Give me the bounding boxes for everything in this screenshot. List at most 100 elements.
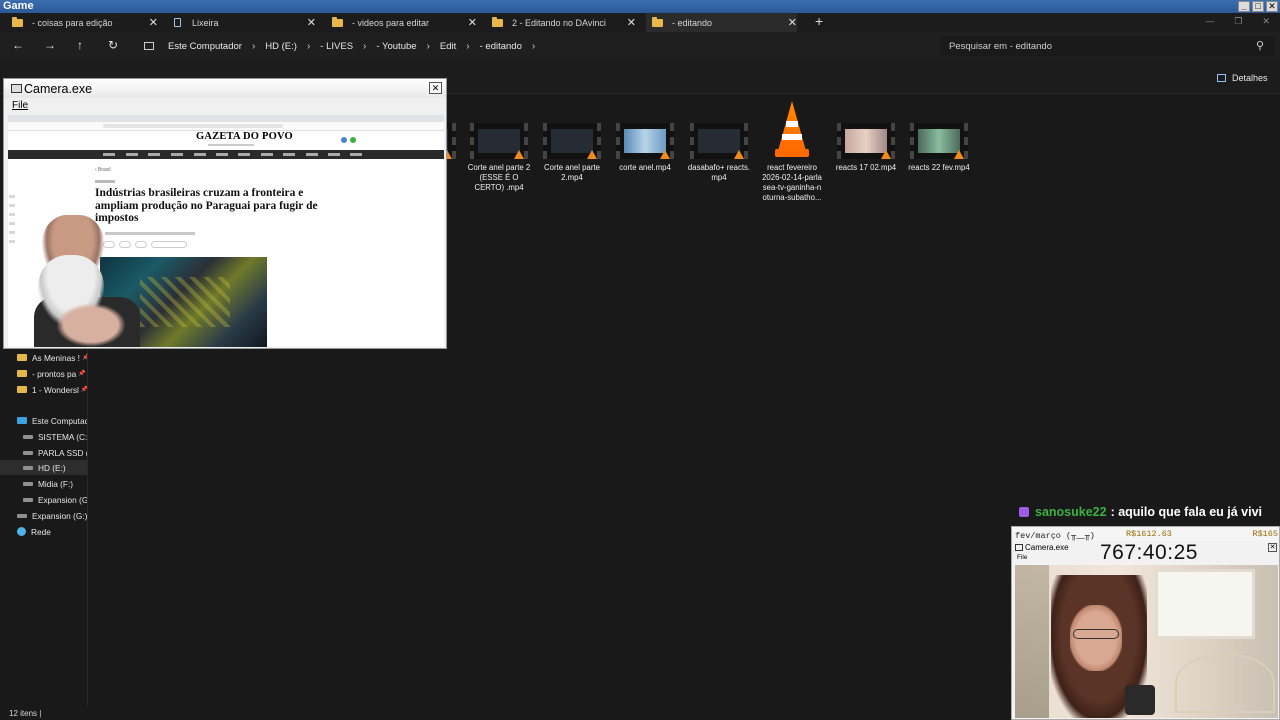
folder-icon [652, 16, 663, 27]
camera2-title: Camera.exe [1025, 543, 1069, 552]
close-tab-icon[interactable]: ✕ [788, 16, 797, 29]
tab-label: - videos para editar [352, 17, 430, 28]
file-item[interactable]: reacts 22 fev.mp4 [904, 123, 974, 173]
camera-app-icon [11, 84, 22, 93]
restore-icon[interactable]: ❐ [1234, 16, 1242, 27]
news-nav-bar [8, 150, 444, 159]
forward-arrow-icon[interactable]: → [44, 38, 56, 52]
file-name: dasabafo+ reacts. mp4 [687, 163, 751, 182]
close-icon[interactable]: ✕ [1262, 16, 1270, 27]
camera2-close-button[interactable]: ✕ [1268, 543, 1277, 552]
sidebar-item-label: Este Computad [32, 415, 87, 426]
recycle-bin-icon [174, 18, 181, 27]
browser-tab-strip [8, 115, 444, 122]
camera-window-2[interactable]: fev/março (╥﹏╥) R$1612.63 R$165 Camera.e… [1011, 526, 1280, 720]
close-tab-icon[interactable]: ✕ [307, 16, 316, 29]
breadcrumb-item[interactable]: - LIVES [320, 41, 353, 52]
file-item[interactable]: dasabafo+ reacts. mp4 [684, 123, 754, 183]
drive-icon [23, 465, 33, 470]
details-button[interactable]: Detalhes [1217, 73, 1268, 83]
minimize-button[interactable]: _ [1238, 1, 1250, 12]
file-menu[interactable]: File [1017, 554, 1027, 561]
address-bar[interactable]: Este Computador › HD (E:) › - LIVES › - You… [140, 36, 935, 56]
video-thumbnail [470, 123, 528, 159]
navigation-bar: ← → ↑ ↻ Este Computador › HD (E:) › - LIVE… [0, 32, 1280, 60]
tab-lixeira[interactable]: Lixeira ✕ [174, 13, 316, 32]
chevron-right-icon: › [531, 40, 536, 52]
close-tab-icon[interactable]: ✕ [627, 16, 636, 29]
chevron-right-icon: › [466, 40, 470, 52]
pin-icon: 📌 [81, 355, 87, 361]
folder-icon [17, 354, 27, 361]
breadcrumb-item[interactable]: - editando [480, 41, 522, 52]
sidebar-item-label: Rede [31, 526, 51, 537]
close-button[interactable]: ✕ [1266, 1, 1278, 12]
maximize-button[interactable]: □ [1252, 1, 1264, 12]
search-input[interactable]: Pesquisar em - editando ⚲ [940, 36, 1275, 56]
sidebar-item-expansion[interactable]: Expansion (G:) [0, 492, 87, 507]
details-pane-icon [1217, 74, 1226, 82]
chevron-right-icon: › [426, 40, 430, 52]
file-item[interactable]: Corte anel parte 2 (ESSE É O CERTO) .mp4 [464, 123, 534, 193]
drive-icon [23, 481, 33, 486]
file-name: react fevereiro 2026-02-14-parla sea-tv-… [762, 163, 822, 202]
close-tab-icon[interactable]: ✕ [149, 16, 158, 29]
file-item[interactable]: corte anel.mp4 [610, 123, 680, 173]
breadcrumb-item[interactable]: - Youtube [376, 41, 416, 52]
item-count: 12 itens [9, 709, 38, 718]
video-thumbnail [837, 123, 895, 159]
sidebar-item-parla-ssd[interactable]: PARLA SSD (D [0, 445, 87, 460]
camera-title: Camera.exe [24, 81, 93, 96]
sidebar-item-hd-e[interactable]: HD (E:) [0, 460, 87, 475]
tab-label: Lixeira [192, 17, 219, 28]
camera2-feed [1015, 565, 1278, 718]
sidebar-item-rede[interactable]: Rede [0, 524, 87, 539]
breadcrumb-item[interactable]: HD (E:) [265, 41, 297, 52]
sidebar-item-prontos[interactable]: - prontos pa 📌 [0, 366, 87, 381]
computer-icon [144, 42, 154, 50]
refresh-icon[interactable]: ↻ [108, 38, 118, 52]
tab-editando[interactable]: - editando ✕ [646, 13, 797, 32]
search-icon[interactable]: ⚲ [1256, 39, 1264, 52]
streamer-webcam-person [34, 215, 140, 347]
sidebar-item-sistema[interactable]: SISTEMA (C:) [0, 429, 87, 444]
folder-icon [12, 16, 23, 27]
file-name: Corte anel parte 2.mp4 [544, 163, 600, 182]
breadcrumb-item[interactable]: Este Computador [168, 41, 242, 52]
sidebar-item-as-meninas[interactable]: As Meninas ! 📌 [0, 350, 87, 365]
sidebar-item-wonders[interactable]: 1 - Wondersl 📌 [0, 382, 87, 397]
drive-icon [23, 434, 33, 439]
back-arrow-icon[interactable]: ← [12, 38, 24, 52]
file-item[interactable]: react fevereiro 2026-02-14-parla sea-tv-… [757, 101, 827, 203]
sidebar-item-midia[interactable]: Midia (F:) [0, 476, 87, 491]
up-arrow-icon[interactable]: ↑ [77, 38, 83, 52]
file-item[interactable]: Corte anel parte 2.mp4 [537, 123, 607, 183]
pin-icon: 📌 [78, 371, 86, 377]
camera-close-button[interactable]: ✕ [429, 82, 442, 94]
camera2-title-bar[interactable]: Camera.exe [1015, 543, 1069, 552]
tab-coisas-para-edicao[interactable]: - coisas para edição ✕ [12, 13, 158, 32]
close-tab-icon[interactable]: ✕ [468, 16, 477, 29]
tab-editando-no-davinci[interactable]: 2 - Editando no DAvinci ✕ [492, 13, 636, 32]
drive-icon [23, 450, 33, 455]
chevron-right-icon: › [251, 40, 256, 52]
sidebar-item-expansion-root[interactable]: Expansion (G:) [0, 508, 87, 523]
sidebar-item-label: 1 - Wondersl [32, 384, 79, 395]
minimize-icon[interactable]: — [1205, 16, 1214, 27]
network-icon [17, 527, 26, 536]
sidebar-item-este-computador[interactable]: Este Computad [0, 413, 87, 428]
breadcrumb-item[interactable]: Edit [440, 41, 456, 52]
details-label: Detalhes [1232, 73, 1268, 83]
camera-title-bar[interactable]: Camera.exe [4, 79, 446, 98]
computer-icon [17, 417, 27, 424]
camera-window[interactable]: Camera.exe ✕ File GAZETA DO POVO ‹ Brasi… [3, 78, 447, 349]
folder-icon [17, 386, 27, 393]
goal-amount: R$1612.63 [1126, 529, 1172, 539]
tab-label: - editando [672, 17, 713, 28]
file-item[interactable]: reacts 17 02.mp4 [831, 123, 901, 173]
article-byline [105, 232, 195, 235]
sidebar-item-label: Expansion (G:) [32, 510, 87, 521]
new-tab-button[interactable]: + [815, 13, 823, 29]
file-menu[interactable]: File [12, 100, 28, 111]
tab-videos-para-editar[interactable]: - videos para editar ✕ [332, 13, 477, 32]
